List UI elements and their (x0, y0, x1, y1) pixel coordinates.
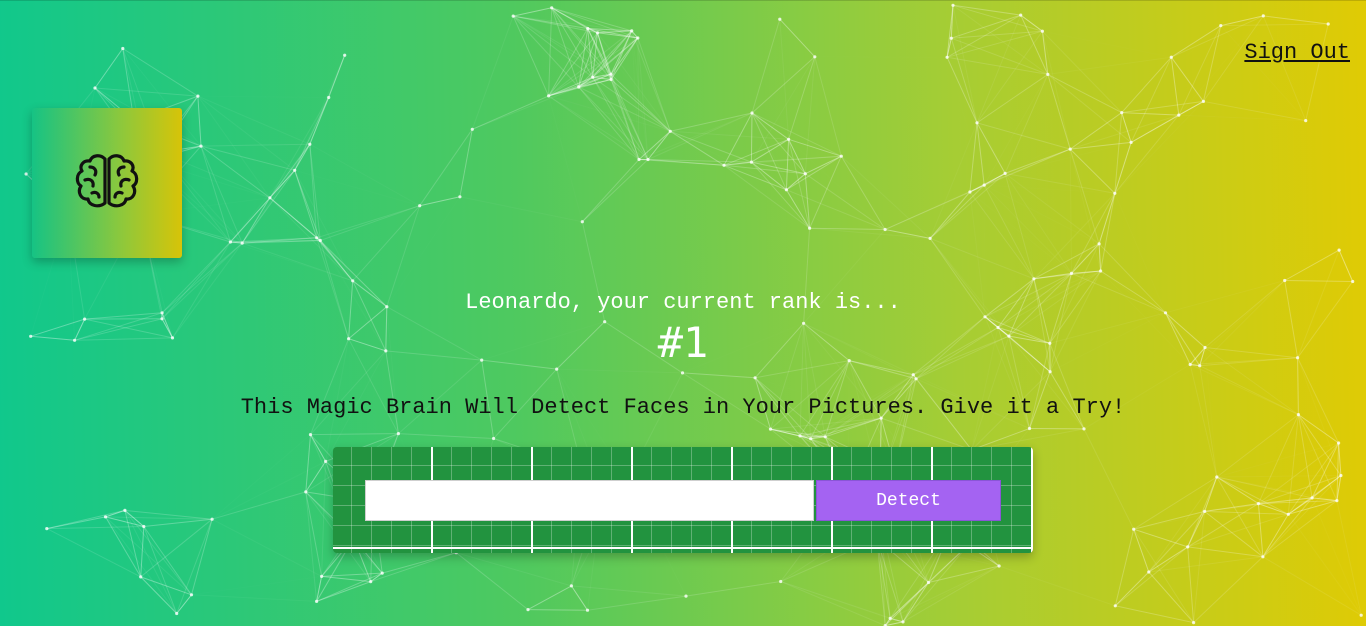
sign-out-link[interactable]: Sign Out (1244, 40, 1350, 65)
image-url-input[interactable] (365, 480, 814, 521)
brain-icon (74, 153, 140, 214)
tagline: This Magic Brain Will Detect Faces in Yo… (240, 395, 1126, 420)
detect-button[interactable]: Detect (816, 480, 1001, 521)
logo-card (32, 108, 182, 258)
image-url-form: Detect (333, 447, 1033, 553)
rank-greeting: Leonardo, your current rank is... (465, 290, 901, 315)
rank-value: #1 (657, 318, 709, 367)
top-border (0, 0, 1366, 1)
